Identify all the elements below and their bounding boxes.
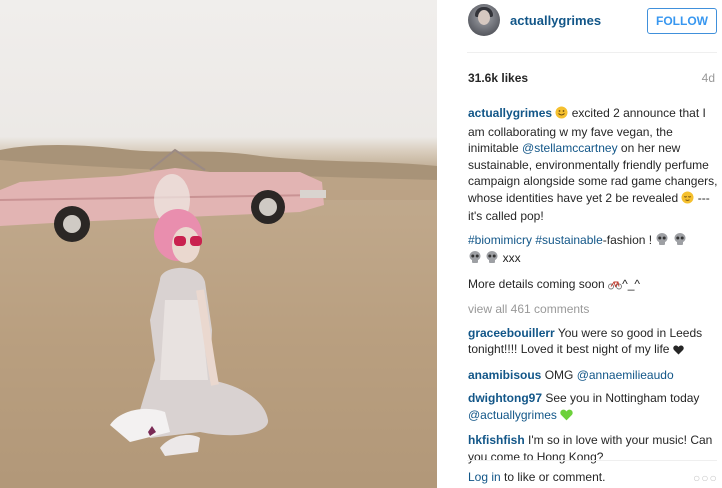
heart-icon [673, 343, 684, 360]
like-count[interactable]: 31.6k likes [468, 71, 528, 85]
more-details-text: More details coming soon [468, 276, 609, 291]
hashtag-suffix: -fashion ! [602, 232, 656, 247]
avatar-face [478, 10, 490, 25]
comment-username[interactable]: hkfishfish [468, 433, 525, 447]
caption-xxx: xxx [499, 251, 521, 265]
view-all-comments-link[interactable]: view all 461 comments [468, 301, 718, 318]
comment-text: OMG [541, 367, 577, 382]
comment-username[interactable]: anamibisous [468, 368, 541, 382]
post-photo[interactable] [0, 0, 437, 488]
author-avatar[interactable] [468, 4, 500, 36]
skull-emoji-icon [468, 250, 482, 269]
hashtag-biomimicry[interactable]: #biomimicry [468, 233, 532, 247]
relieved-emoji-icon [681, 191, 694, 209]
comment-username[interactable]: dwightong97 [468, 391, 542, 405]
caption-hashtags: #biomimicry #sustainable-fashion ! xxx [468, 232, 718, 269]
more-options-icon[interactable]: ○○○ [693, 471, 718, 485]
post-age[interactable]: 4d [702, 71, 715, 85]
smile-emoji-icon [555, 106, 568, 124]
caption-text: actuallygrimes excited 2 announce that I… [468, 105, 718, 225]
comment-username[interactable]: graceebouillerr [468, 326, 555, 340]
login-prompt-text: to like or comment. [500, 470, 606, 484]
caption-and-comments: actuallygrimes excited 2 announce that I… [468, 105, 718, 472]
login-prompt: Log in to like or comment. [468, 470, 605, 484]
caption-mention[interactable]: @stellamccartney [522, 141, 618, 155]
comment-mention[interactable]: @actuallygrimes [468, 408, 557, 422]
photo-artwork [0, 145, 437, 488]
header-divider [467, 52, 717, 53]
comment-item: dwightong97 See you in Nottingham today … [468, 390, 718, 425]
green-heart-icon [560, 409, 573, 426]
caption-more-details: More details coming soon ^_^ [468, 276, 718, 295]
bicycle-emoji-icon [608, 278, 623, 295]
comment-mention[interactable]: @annaemilieaudo [577, 368, 674, 382]
hashtag-sustainable[interactable]: #sustainable [535, 233, 602, 247]
footer-divider [467, 460, 717, 461]
more-details-face: ^_^ [622, 276, 641, 291]
comment-item: anamibisous OMG @annaemilieaudo [468, 367, 718, 384]
author-username[interactable]: actuallygrimes [510, 13, 601, 28]
skull-emoji-icon [485, 250, 499, 269]
caption-author[interactable]: actuallygrimes [468, 106, 552, 120]
comment-text: See you in Nottingham today [542, 391, 700, 405]
login-link[interactable]: Log in [468, 470, 501, 484]
follow-button[interactable]: FOLLOW [647, 8, 717, 34]
skull-emoji-icon [673, 232, 687, 251]
comment-item: graceebouillerr You were so good in Leed… [468, 325, 718, 360]
skull-emoji-icon [655, 232, 669, 251]
